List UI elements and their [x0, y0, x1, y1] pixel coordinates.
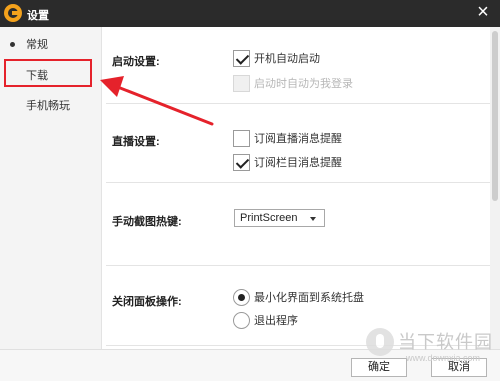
- radio-icon: [233, 312, 250, 329]
- watermark-text: 当下软件园: [398, 332, 493, 353]
- window-title: 设置: [27, 10, 49, 22]
- divider: [106, 103, 490, 104]
- checkbox-icon: [233, 75, 250, 92]
- title-bar: 设置 ×: [0, 0, 500, 27]
- app-logo-icon: [4, 4, 22, 22]
- watermark-url: www.downxia.com: [406, 353, 481, 363]
- option-label: 启动时自动为我登录: [254, 78, 353, 90]
- live-reminder-checkbox[interactable]: 订阅直播消息提醒: [233, 130, 342, 148]
- checkbox-checked-icon: [233, 50, 250, 67]
- live-section-label: 直播设置:: [112, 136, 160, 148]
- watermark-logo-icon: [366, 328, 394, 356]
- sidebar-item-label: 手机畅玩: [26, 100, 70, 112]
- screenshot-section-label: 手动截图热键:: [112, 216, 182, 228]
- settings-content: 启动设置: 开机自动启动 启动时自动为我登录 直播设置: 订阅直播消息提醒 订阅…: [103, 27, 490, 349]
- option-label: 订阅直播消息提醒: [254, 133, 342, 145]
- caret-down-icon: [310, 217, 316, 221]
- watermark: 当下软件园 www.downxia.com: [366, 322, 500, 381]
- vertical-scrollbar[interactable]: [490, 27, 500, 349]
- close-panel-section-label: 关闭面板操作:: [112, 296, 182, 308]
- auto-start-checkbox[interactable]: 开机自动启动: [233, 50, 320, 68]
- scrollbar-thumb[interactable]: [492, 31, 498, 201]
- close-icon: ×: [477, 1, 489, 23]
- radio-selected-icon: [233, 289, 250, 306]
- sidebar-item-mobile-play[interactable]: 手机畅玩: [0, 91, 102, 121]
- sidebar-item-label: 常规: [26, 39, 48, 51]
- option-label: 开机自动启动: [254, 53, 320, 65]
- option-label: 最小化界面到系统托盘: [254, 292, 364, 304]
- column-reminder-checkbox[interactable]: 订阅栏目消息提醒: [233, 154, 342, 172]
- divider: [106, 182, 490, 183]
- close-button[interactable]: ×: [470, 1, 496, 25]
- annotation-highlight-box: [4, 59, 92, 87]
- auto-login-checkbox[interactable]: 启动时自动为我登录: [233, 75, 353, 93]
- screenshot-hotkey-select[interactable]: PrintScreen: [234, 209, 325, 227]
- checkbox-icon: [233, 130, 250, 147]
- option-label: 退出程序: [254, 315, 298, 327]
- startup-section-label: 启动设置:: [112, 56, 160, 68]
- option-label: 订阅栏目消息提醒: [254, 157, 342, 169]
- selected-value: PrintScreen: [240, 212, 298, 224]
- exit-program-radio[interactable]: 退出程序: [233, 312, 298, 330]
- divider: [106, 265, 490, 266]
- active-dot-icon: [10, 42, 15, 47]
- minimize-to-tray-radio[interactable]: 最小化界面到系统托盘: [233, 289, 364, 307]
- sidebar-item-general[interactable]: 常规: [0, 30, 102, 60]
- checkbox-checked-icon: [233, 154, 250, 171]
